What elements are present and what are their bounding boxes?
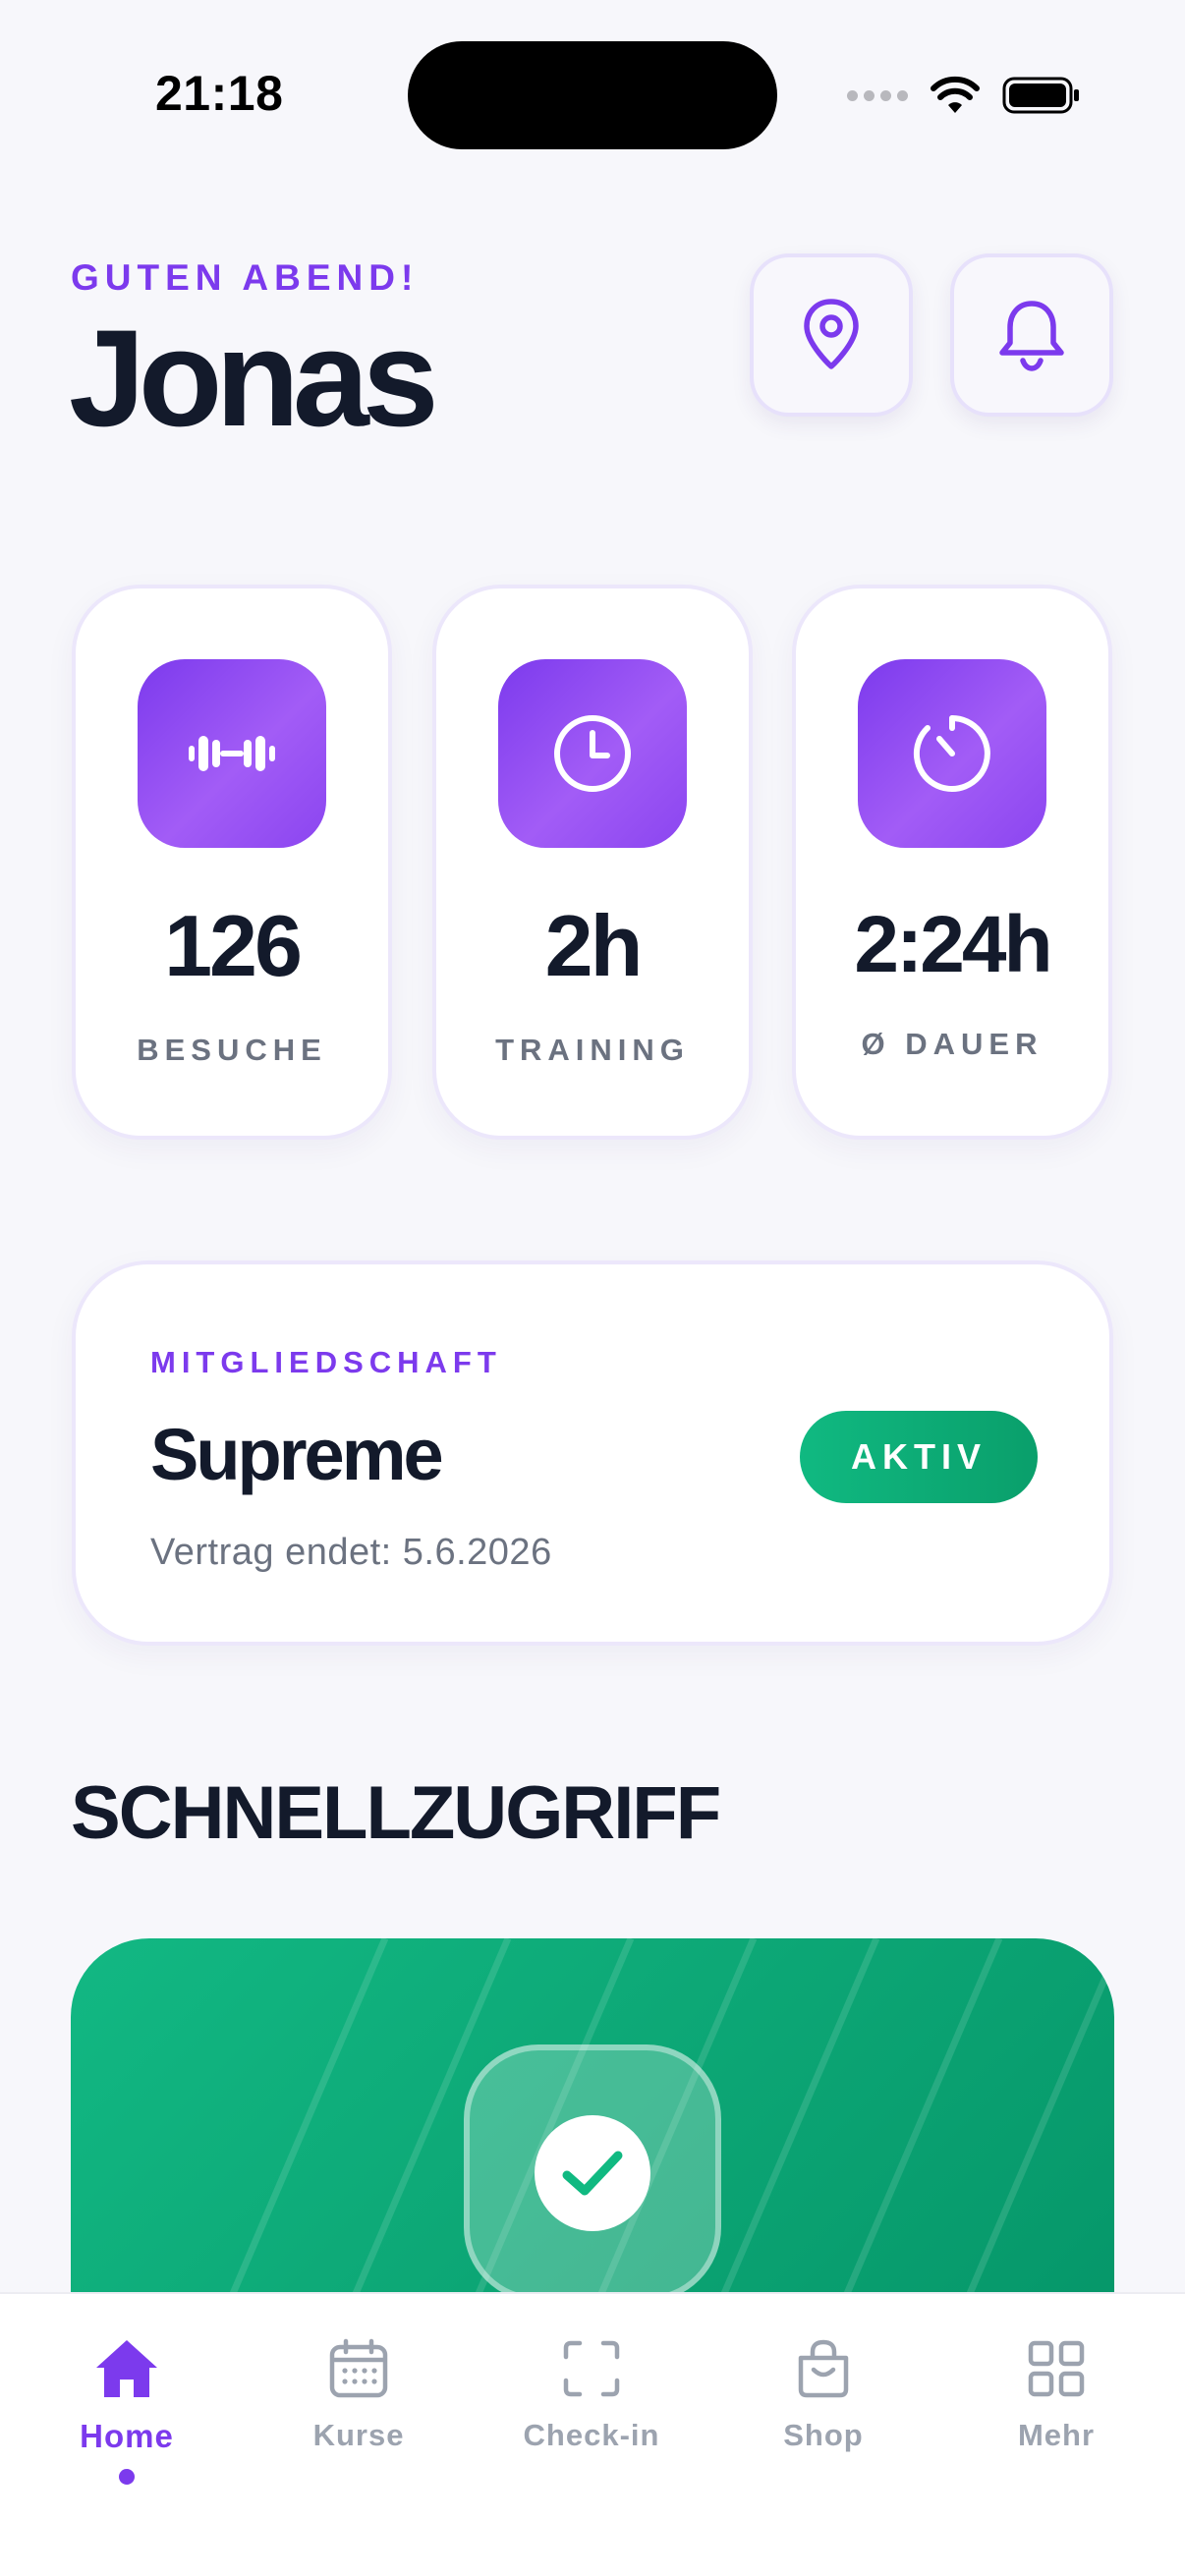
timer-icon — [913, 715, 990, 792]
nav-label: Kurse — [312, 2418, 405, 2452]
nav-item-shop[interactable]: Shop — [725, 2329, 922, 2506]
bottom-nav: Home Kurse Check-in Shop Mehr — [0, 2292, 1185, 2576]
stat-value: 126 — [164, 897, 303, 994]
status-badge: AKTIV — [800, 1411, 1038, 1503]
nav-item-kurse[interactable]: Kurse — [260, 2329, 457, 2506]
checkin-card[interactable] — [71, 1938, 1114, 2351]
scan-icon — [563, 2340, 620, 2397]
user-name: Jonas — [69, 301, 439, 455]
bell-icon — [999, 301, 1064, 371]
dumbbell-icon — [189, 736, 275, 771]
membership-card[interactable]: MITGLIEDSCHAFT Supreme Vertrag endet: 5.… — [72, 1260, 1113, 1646]
nav-label: Mehr — [1017, 2418, 1096, 2452]
checkmark-circle — [535, 2115, 650, 2231]
battery-icon — [1002, 77, 1079, 114]
map-pin-icon — [804, 299, 859, 369]
stat-card-duration[interactable]: 2:24h Ø DAUER — [792, 585, 1112, 1140]
status-time: 21:18 — [155, 66, 284, 121]
stat-card-training[interactable]: 2h TRAINING — [432, 585, 753, 1140]
status-icons — [847, 71, 1081, 120]
checkin-icon-box — [464, 2044, 721, 2302]
section-title: SCHNELLZUGRIFF — [71, 1771, 721, 1855]
nav-item-checkin[interactable]: Check-in — [493, 2329, 690, 2506]
clock-icon — [554, 715, 631, 792]
stat-card-visits[interactable]: 126 BESUCHE — [72, 585, 392, 1140]
nav-item-home[interactable]: Home — [28, 2329, 225, 2506]
stat-label: TRAINING — [495, 1033, 690, 1067]
stat-icon-box — [858, 659, 1046, 848]
stat-label: BESUCHE — [137, 1033, 327, 1067]
dynamic-island — [408, 41, 777, 149]
cellular-signal-icon — [847, 89, 908, 101]
grid-icon — [1028, 2340, 1085, 2397]
active-indicator — [119, 2469, 135, 2485]
greeting: GUTEN ABEND! — [71, 257, 420, 298]
home-screen: 21:18 GUTEN ABEND! Jonas 126 BESUCHE 2h … — [0, 0, 1185, 2576]
membership-plan: Supreme — [150, 1414, 444, 1495]
shopping-bag-icon — [798, 2339, 849, 2398]
membership-label: MITGLIEDSCHAFT — [150, 1345, 502, 1379]
stat-icon-box — [498, 659, 687, 848]
nav-label: Home — [80, 2418, 174, 2454]
home-icon — [96, 2340, 157, 2397]
checkmark-icon — [562, 2151, 623, 2196]
wifi-icon — [931, 76, 980, 113]
location-button[interactable] — [750, 253, 913, 417]
nav-item-mehr[interactable]: Mehr — [958, 2329, 1155, 2506]
calendar-icon — [329, 2338, 388, 2398]
stat-icon-box — [138, 659, 326, 848]
notifications-button[interactable] — [950, 253, 1113, 417]
contract-end-date: Vertrag endet: 5.6.2026 — [150, 1532, 552, 1573]
nav-label: Shop — [783, 2418, 864, 2452]
nav-label: Check-in — [523, 2418, 660, 2452]
stat-label: Ø DAUER — [861, 1027, 1044, 1061]
stat-value: 2:24h — [854, 900, 1052, 989]
stat-value: 2h — [544, 897, 644, 994]
